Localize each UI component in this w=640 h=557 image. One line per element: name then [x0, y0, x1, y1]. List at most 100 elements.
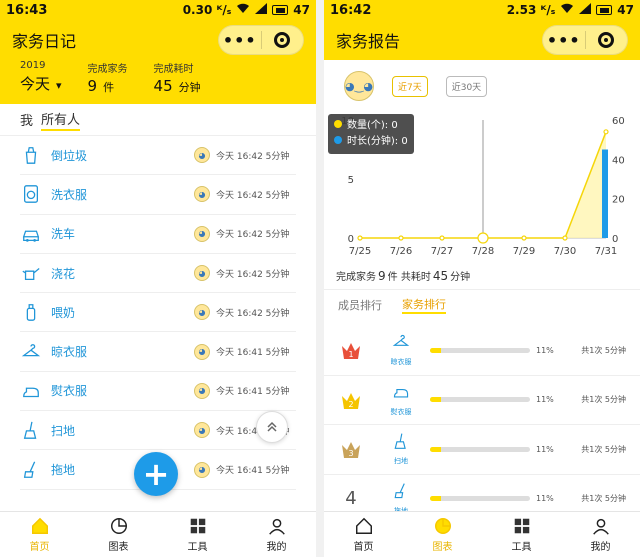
status-time: 16:42 [330, 2, 372, 18]
more-icon[interactable]: ••• [219, 31, 261, 50]
page-title: 家务日记 [12, 32, 77, 51]
trend-chart: 051002040607/257/267/277/287/297/307/31 … [324, 112, 640, 262]
rank-medal: 4 [338, 486, 364, 512]
ranking-row[interactable]: 3 扫地 11% 共1次 5分钟 [324, 425, 640, 475]
count-point [562, 235, 568, 241]
count-label: 共1次 5分钟 [581, 345, 626, 355]
close-miniprogram-icon[interactable] [262, 32, 304, 48]
chore-name: 熨衣服 [390, 407, 412, 416]
avatar: ◕ [194, 343, 210, 360]
tab-profile[interactable]: 我的 [237, 512, 316, 557]
date-value: 今天 [20, 75, 51, 93]
signal-icon [579, 3, 592, 17]
baby-bottle-icon [20, 301, 42, 323]
more-icon[interactable]: ••• [543, 31, 585, 50]
avatar: ◕ [194, 186, 210, 203]
trash-bag-icon [20, 144, 42, 166]
chore-time: 今天 16:41 5分钟 [216, 387, 290, 398]
svg-text:3: 3 [348, 449, 353, 458]
tab-chore-ranking[interactable]: 家务排行 [402, 296, 446, 314]
list-item[interactable]: 浇花 ◕ 今天 16:42 5分钟 [20, 254, 296, 294]
y-left-tick: 5 [348, 175, 354, 186]
chore-name: 扫地 [394, 457, 408, 466]
washing-machine-icon [20, 183, 42, 205]
list-item[interactable]: 洗衣服 ◕ 今天 16:42 5分钟 [20, 175, 296, 215]
list-item[interactable]: 扫地 ◕ 今天 16:41 5分钟 [20, 411, 296, 451]
tab-tools-grid[interactable]: 工具 [158, 512, 237, 557]
percent-label: 11% [536, 345, 554, 355]
completed-count: 完成家务 9件 [87, 64, 128, 95]
tools-grid-icon [190, 518, 205, 534]
list-item[interactable]: 洗车 ◕ 今天 16:42 5分钟 [20, 215, 296, 254]
broom-icon [20, 419, 42, 441]
count-point [603, 129, 609, 135]
add-chore-button[interactable]: + [134, 452, 178, 496]
tab-label: 工具 [511, 542, 532, 553]
filter-me[interactable]: 我 [20, 110, 33, 129]
profile-icon [592, 518, 609, 535]
header: 16:42 2.53 ᴷ/ₛ 47 家务报告 ••• [324, 0, 640, 60]
clothes-hanger-icon [392, 333, 410, 355]
count-point [521, 235, 527, 241]
duration-bar [602, 149, 608, 238]
double-chevron-up-icon [267, 421, 277, 432]
progress-fill [430, 496, 441, 502]
report-screen: 16:42 2.53 ᴷ/ₛ 47 家务报告 ••• ◕‿◕ 近7天 近30天 … [324, 0, 640, 557]
ranking-row[interactable]: 2 熨衣服 11% 共1次 5分钟 [324, 376, 640, 425]
date-picker[interactable]: 2019 今天 ▾ [20, 60, 62, 104]
tab-tools-grid[interactable]: 工具 [482, 512, 561, 557]
tab-home[interactable]: 首页 [0, 512, 79, 557]
filter-all[interactable]: 所有人 [41, 109, 81, 131]
broom-icon [394, 433, 406, 450]
avatar[interactable]: ◕‿◕ [344, 71, 374, 101]
svg-text:2: 2 [348, 400, 353, 409]
chore-time: 今天 16:42 5分钟 [216, 151, 290, 162]
tab-label: 工具 [187, 542, 208, 553]
list-item[interactable]: 熨衣服 ◕ 今天 16:41 5分钟 [20, 372, 296, 412]
x-tick-label: 7/27 [431, 246, 453, 257]
tab-member-ranking[interactable]: 成员排行 [338, 297, 382, 313]
chore-time: 今天 16:41 5分钟 [216, 466, 290, 477]
percent-label: 11% [536, 444, 554, 454]
count-label: 共1次 5分钟 [581, 444, 626, 454]
avatar: ◕ [194, 382, 210, 399]
y-right-tick: 0 [612, 234, 618, 245]
ranking-row[interactable]: 1 晾衣服 11% 共1次 5分钟 [324, 326, 640, 376]
network-speed: 2.53 ᴷ/ₛ [506, 3, 556, 17]
close-miniprogram-icon[interactable] [586, 32, 628, 48]
chore-name: 倒垃圾 [51, 148, 88, 163]
clothes-hanger-icon [21, 343, 41, 356]
tab-pie-chart[interactable]: 图表 [79, 512, 158, 557]
signal-icon [255, 3, 268, 17]
avatar: ◕ [194, 147, 210, 164]
chore-name: 熨衣服 [51, 384, 88, 399]
x-tick-label: 7/30 [554, 246, 576, 257]
progress-fill [430, 397, 441, 403]
list-item[interactable]: 喂奶 ◕ 今天 16:42 5分钟 [20, 293, 296, 333]
tab-home[interactable]: 首页 [324, 512, 403, 557]
battery-level: 47 [293, 3, 310, 17]
chore-time: 今天 16:41 5分钟 [216, 348, 290, 359]
status-bar: 16:43 0.30 ᴷ/ₛ 47 [0, 0, 316, 20]
wifi-icon [236, 3, 250, 17]
range-30-days[interactable]: 近30天 [445, 75, 488, 97]
svg-text:1: 1 [348, 350, 353, 359]
count-label: 共1次 5分钟 [581, 494, 626, 504]
scroll-to-top-button[interactable] [256, 411, 288, 443]
mop-icon [23, 461, 36, 478]
tab-pie-chart[interactable]: 图表 [403, 512, 482, 557]
list-item[interactable]: 晾衣服 ◕ 今天 16:41 5分钟 [20, 332, 296, 372]
range-7-days[interactable]: 近7天 [392, 75, 428, 97]
tab-profile[interactable]: 我的 [561, 512, 640, 557]
battery-icon [272, 5, 289, 15]
chore-time: 今天 16:42 5分钟 [216, 190, 290, 201]
chore-time: 今天 16:42 5分钟 [216, 308, 290, 319]
pie-chart-icon [434, 518, 451, 534]
ranking-tabs: 成员排行 家务排行 [324, 290, 640, 320]
progress-bar [430, 347, 530, 353]
report-summary: 完成家务 9 件 共耗时 45 分钟 [324, 262, 640, 290]
avatar: ◕ [194, 265, 210, 282]
year-label: 2019 [20, 60, 46, 71]
list-item[interactable]: 倒垃圾 ◕ 今天 16:42 5分钟 [20, 136, 296, 176]
iron-icon [20, 380, 42, 402]
